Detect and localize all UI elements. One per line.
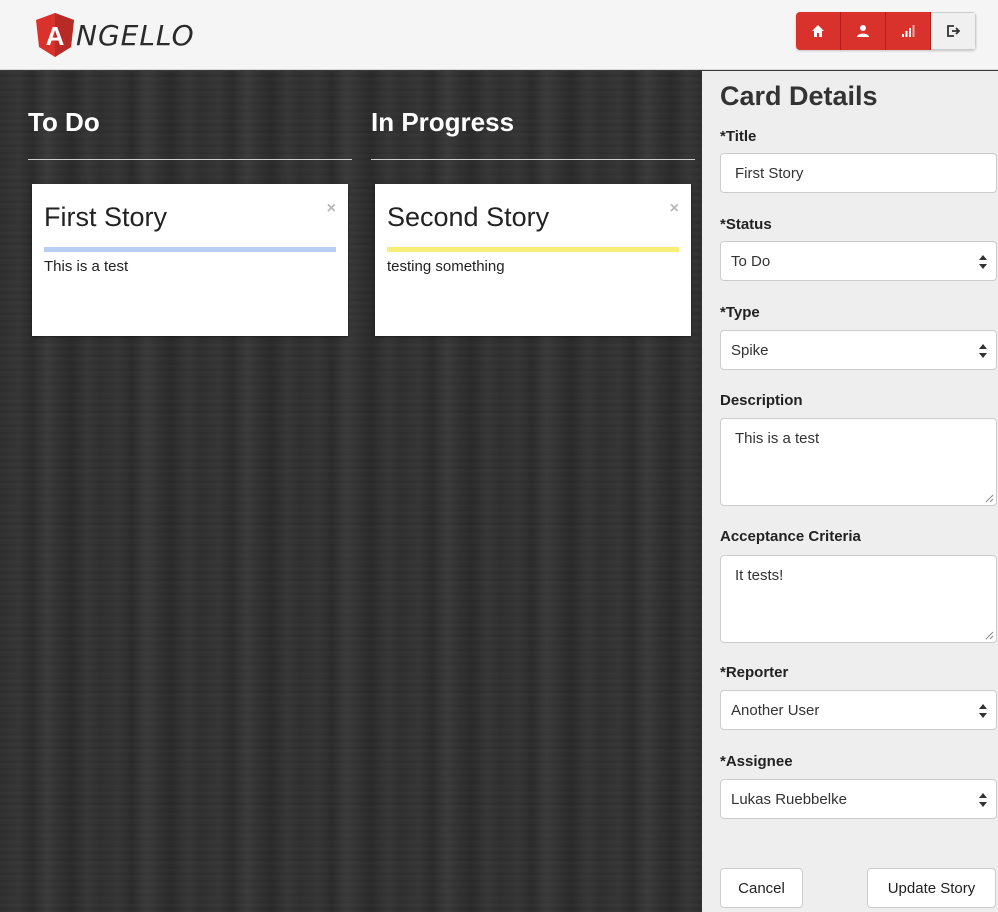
status-value: To Do <box>731 253 771 270</box>
card-status-bar <box>44 247 336 252</box>
assignee-label: *Assignee <box>720 753 793 770</box>
criteria-label: Acceptance Criteria <box>720 528 861 545</box>
logout-button[interactable] <box>931 12 976 50</box>
delete-card-icon[interactable]: × <box>327 200 336 218</box>
user-button[interactable] <box>841 12 886 50</box>
column-title-in-progress: In Progress <box>371 107 515 137</box>
top-nav <box>796 12 976 50</box>
story-board: To Do First Story × This is a test In Pr… <box>0 71 702 912</box>
select-arrows-icon <box>979 255 987 269</box>
logout-icon <box>947 25 960 37</box>
column-title-todo: To Do <box>28 107 100 137</box>
resize-grip-icon[interactable] <box>985 494 994 503</box>
resize-grip-icon[interactable] <box>985 631 994 640</box>
select-arrows-icon <box>979 793 987 807</box>
angular-shield-icon: A <box>36 13 74 57</box>
description-textarea[interactable]: This is a test <box>720 418 997 506</box>
type-label: *Type <box>720 304 760 321</box>
card-status-bar <box>387 247 679 252</box>
title-label: *Title <box>720 128 757 145</box>
column-divider <box>28 159 352 160</box>
reporter-label: *Reporter <box>720 664 789 681</box>
delete-card-icon[interactable]: × <box>670 200 679 218</box>
description-value: This is a test <box>735 430 820 447</box>
type-select[interactable]: Spike <box>720 330 997 370</box>
reporter-value: Another User <box>731 702 820 719</box>
update-story-button[interactable]: Update Story <box>867 868 996 908</box>
criteria-value: It tests! <box>735 567 784 584</box>
home-icon <box>812 25 824 37</box>
logo-text: NGELLO <box>76 18 195 52</box>
signal-icon <box>902 25 915 37</box>
cancel-button[interactable]: Cancel <box>720 868 803 908</box>
story-card-first[interactable]: First Story × This is a test <box>32 184 348 336</box>
title-input[interactable]: First Story <box>720 153 997 193</box>
reporter-select[interactable]: Another User <box>720 690 997 730</box>
card-description: This is a test <box>44 258 129 275</box>
panel-heading: Card Details <box>720 81 878 111</box>
assignee-value: Lukas Ruebbelke <box>731 791 847 808</box>
type-value: Spike <box>731 342 769 359</box>
status-label: *Status <box>720 216 772 233</box>
select-arrows-icon <box>979 704 987 718</box>
card-details-panel: Card Details *Title First Story *Status … <box>702 71 998 912</box>
story-card-second[interactable]: Second Story × testing something <box>375 184 691 336</box>
card-title: Second Story <box>387 202 550 232</box>
select-arrows-icon <box>979 344 987 358</box>
logo-letter: A <box>46 21 65 51</box>
card-title: First Story <box>44 202 168 232</box>
status-select[interactable]: To Do <box>720 241 997 281</box>
user-icon <box>857 25 869 37</box>
home-button[interactable] <box>796 12 841 50</box>
stats-button[interactable] <box>886 12 931 50</box>
description-label: Description <box>720 392 803 409</box>
app-header: A NGELLO <box>0 0 998 70</box>
app-logo[interactable]: A NGELLO <box>36 12 195 58</box>
assignee-select[interactable]: Lukas Ruebbelke <box>720 779 997 819</box>
card-description: testing something <box>387 258 505 275</box>
column-divider <box>371 159 695 160</box>
criteria-textarea[interactable]: It tests! <box>720 555 997 643</box>
